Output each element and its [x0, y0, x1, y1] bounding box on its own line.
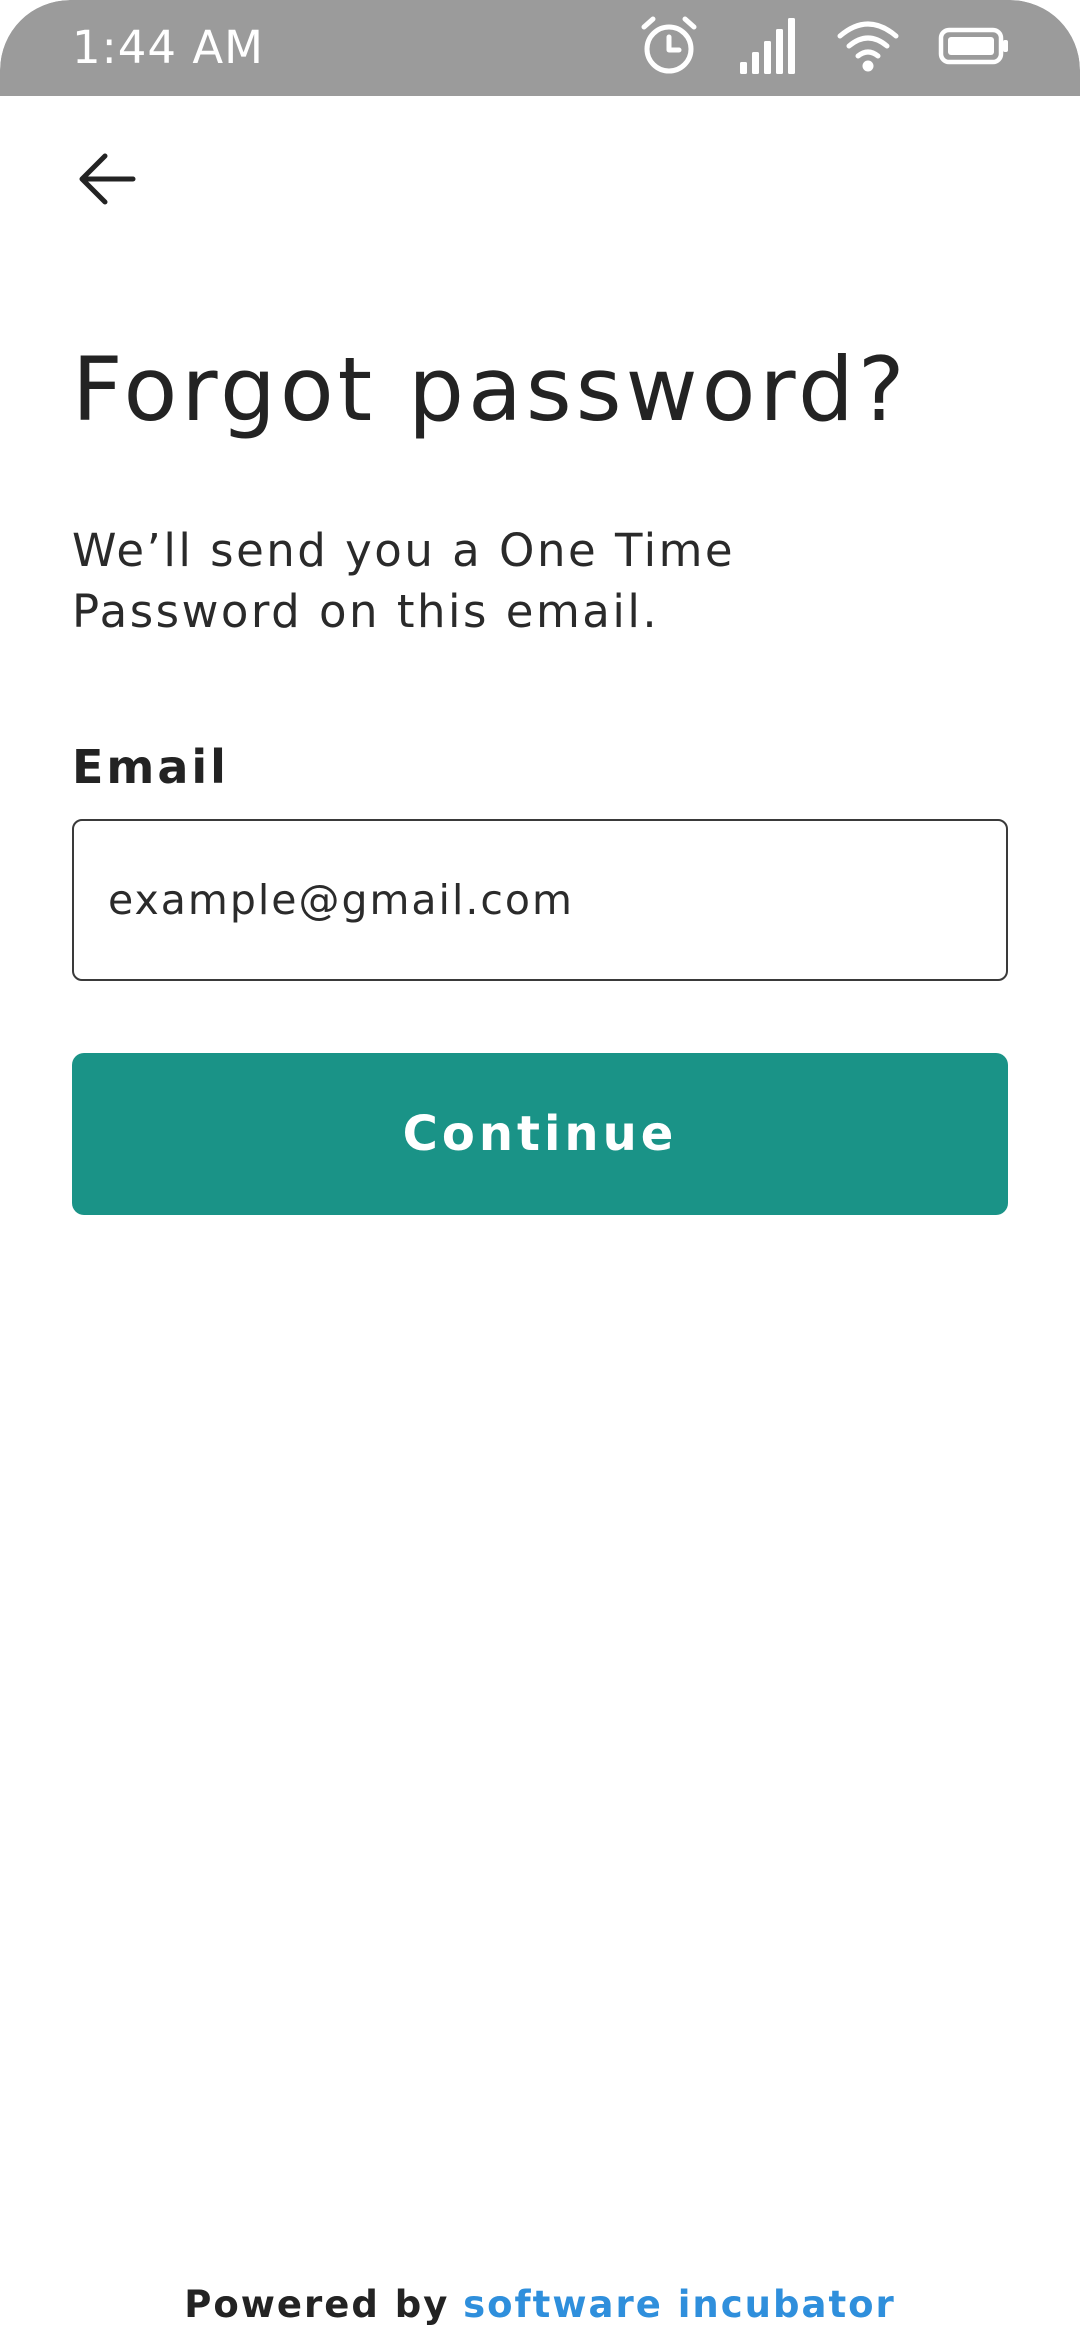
status-icons — [638, 16, 1010, 80]
footer: Powered by software incubator — [0, 2280, 1080, 2330]
forgot-password-screen: 1:44 AM Forgot password? We’ll send you … — [0, 0, 1080, 2340]
status-time: 1:44 AM — [72, 21, 264, 74]
continue-button[interactable]: Continue — [72, 1053, 1008, 1215]
page-subtitle: We’ll send you a One Time Password on th… — [72, 520, 972, 642]
cellular-signal-icon — [738, 16, 798, 80]
software-incubator-link[interactable]: software incubator — [463, 2283, 896, 2326]
subtitle-line-1: We’ll send you a One Time — [72, 524, 736, 577]
back-button[interactable] — [62, 136, 152, 226]
wifi-icon — [836, 18, 900, 78]
page-title: Forgot password? — [72, 338, 909, 441]
email-label: Email — [72, 740, 229, 794]
status-bar: 1:44 AM — [0, 0, 1080, 96]
alarm-icon — [638, 15, 700, 81]
subtitle-line-2: Password on this email. — [72, 585, 660, 638]
footer-powered-by: Powered by — [184, 2283, 450, 2326]
email-input[interactable] — [72, 819, 1008, 981]
battery-icon — [938, 26, 1010, 70]
arrow-left-icon — [77, 151, 137, 211]
